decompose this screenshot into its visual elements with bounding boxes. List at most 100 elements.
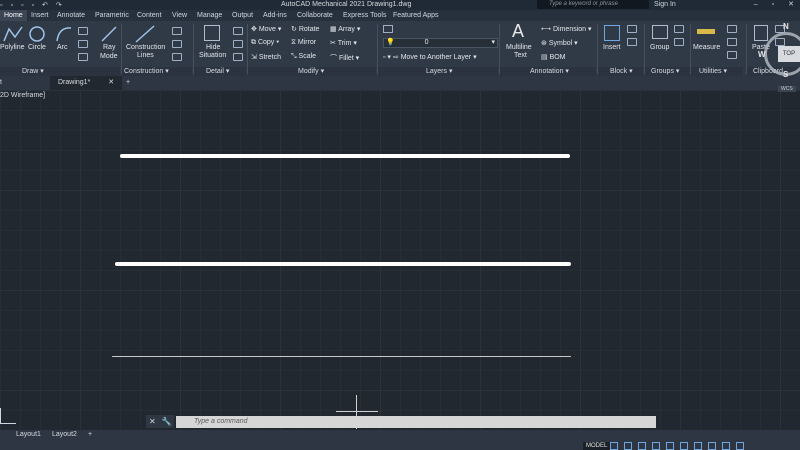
bom-button[interactable]: ▤ BOM (541, 53, 566, 61)
close-icon[interactable]: ✕ (108, 79, 114, 86)
hatch-icon[interactable] (78, 40, 88, 48)
otrack-icon[interactable] (680, 442, 688, 450)
tab-featured-apps[interactable]: Featured Apps (393, 10, 439, 21)
utility-tool-icon[interactable] (727, 38, 737, 46)
compass-south[interactable]: S (783, 70, 788, 79)
construction-option-icon[interactable] (172, 40, 182, 48)
multiline-text-icon[interactable]: A (512, 21, 524, 42)
multiline-text-label-2[interactable]: Text (514, 52, 527, 59)
rectangle-icon[interactable] (78, 27, 88, 35)
polyline-button[interactable]: Polyline (0, 44, 25, 51)
construction-lines-label-2[interactable]: Lines (137, 52, 154, 59)
drawn-line[interactable] (112, 356, 571, 357)
wcs-menu[interactable]: WCS (778, 86, 796, 92)
measure-icon[interactable] (697, 29, 715, 34)
circle-icon[interactable] (28, 25, 46, 43)
mirror-button[interactable]: ⧖ Mirror (291, 39, 316, 47)
drawn-line[interactable] (120, 154, 570, 158)
viewcube[interactable]: N W S TOP WCS (758, 22, 800, 92)
arc-button[interactable]: Arc (57, 44, 68, 51)
hide-situation-label-1[interactable]: Hide (206, 44, 220, 51)
tab-annotate[interactable]: Annotate (57, 10, 85, 21)
tab-parametric[interactable]: Parametric (95, 10, 129, 21)
tab-add-ins[interactable]: Add-ins (263, 10, 287, 21)
detail-option-icon[interactable] (233, 27, 243, 35)
symbol-button[interactable]: ⊛ Symbol ▾ (541, 39, 578, 47)
stretch-button[interactable]: ⇲ Stretch (251, 53, 281, 61)
block-tool-icon[interactable] (627, 25, 637, 33)
multiline-text-label-1[interactable]: Multiline (506, 44, 532, 51)
circle-button[interactable]: Circle (28, 44, 46, 51)
construction-panel-title[interactable]: Construction ▾ (122, 67, 192, 76)
move-to-layer-button[interactable]: ▫ ▾ ⇨ Move to Another Layer ▾ (383, 53, 477, 61)
measure-button[interactable]: Measure (693, 44, 720, 51)
construction-option-icon[interactable] (172, 53, 182, 61)
construction-lines-label-1[interactable]: Construction (126, 44, 165, 51)
hide-situation-icon[interactable] (204, 25, 220, 41)
hide-situation-label-2[interactable]: Situation (199, 52, 226, 59)
tab-insert[interactable]: Insert (31, 10, 49, 21)
snap-icon[interactable] (624, 442, 632, 450)
construction-lines-icon[interactable] (135, 25, 155, 43)
block-panel-title[interactable]: Block ▾ (598, 67, 643, 76)
draw-panel-title[interactable]: Draw ▾ (0, 67, 120, 76)
tab-output[interactable]: Output (232, 10, 253, 21)
annotation-panel-title[interactable]: Annotation ▾ (500, 67, 596, 76)
construction-option-icon[interactable] (172, 27, 182, 35)
tab-home[interactable]: Home (0, 10, 27, 21)
customize-icon[interactable] (736, 442, 744, 450)
osnap-icon[interactable] (666, 442, 674, 450)
copy-button[interactable]: ⧉ Copy ▾ (251, 39, 279, 47)
workspace-icon[interactable] (708, 442, 716, 450)
model-space-toggle[interactable]: MODEL (583, 442, 611, 450)
drawn-line[interactable] (115, 262, 571, 266)
minimize-icon[interactable]: – (754, 0, 758, 10)
array-button[interactable]: ▦ Array ▾ (330, 25, 360, 33)
dimension-button[interactable]: ⟷ Dimension ▾ (541, 25, 592, 33)
ray-button[interactable]: Ray (103, 44, 115, 51)
layers-panel-title[interactable]: Layers ▾ (378, 67, 498, 76)
wrench-icon[interactable]: 🔧 (162, 415, 172, 428)
start-tab[interactable]: t (0, 76, 2, 90)
visual-style-label[interactable]: 2D Wireframe] (0, 92, 45, 99)
insert-block-button[interactable]: Insert (603, 44, 621, 51)
viewcube-top-face[interactable]: TOP (778, 46, 800, 62)
new-layout-button[interactable]: + (88, 430, 92, 439)
polyline-icon[interactable] (3, 25, 23, 43)
detail-panel-title[interactable]: Detail ▾ (194, 67, 246, 76)
tab-express-tools[interactable]: Express Tools (343, 10, 386, 21)
mode-button[interactable]: Mode (100, 53, 118, 60)
grid-icon[interactable] (610, 442, 618, 450)
ray-icon[interactable] (100, 25, 118, 43)
tab-manage[interactable]: Manage (197, 10, 222, 21)
tab-collaborate[interactable]: Collaborate (297, 10, 333, 21)
polar-icon[interactable] (652, 442, 660, 450)
sign-in-link[interactable]: Sign In (654, 0, 676, 10)
utilities-panel-title[interactable]: Utilities ▾ (691, 67, 743, 76)
insert-block-icon[interactable] (604, 25, 620, 41)
compass-west[interactable]: W (758, 50, 766, 59)
move-button[interactable]: ✥ Move ▾ (251, 25, 281, 33)
rotate-button[interactable]: ↻ Rotate (291, 25, 319, 33)
layout-tab-1[interactable]: Layout1 (16, 430, 41, 439)
drawing-tab[interactable]: Drawing1* ✕ (50, 76, 123, 90)
group-icon[interactable] (652, 25, 668, 39)
tab-view[interactable]: View (172, 10, 187, 21)
close-icon[interactable]: ✕ (149, 415, 156, 428)
group-tool-icon[interactable] (674, 38, 684, 46)
fillet-button[interactable]: ⌒ Fillet ▾ (330, 53, 359, 63)
group-button[interactable]: Group (650, 44, 669, 51)
region-icon[interactable] (78, 53, 88, 61)
tab-content[interactable]: Content (137, 10, 162, 21)
arc-icon[interactable] (55, 25, 73, 43)
detail-option-icon[interactable] (233, 40, 243, 48)
close-icon[interactable]: ✕ (788, 0, 794, 10)
group-tool-icon[interactable] (674, 25, 684, 33)
maximize-icon[interactable]: ▫ (772, 0, 774, 10)
drawing-viewport[interactable]: 2D Wireframe] (0, 90, 800, 430)
groups-panel-title[interactable]: Groups ▾ (645, 67, 690, 76)
ortho-icon[interactable] (638, 442, 646, 450)
lineweight-icon[interactable] (694, 442, 702, 450)
annotation-scale-icon[interactable] (722, 442, 730, 450)
detail-option-icon[interactable] (233, 53, 243, 61)
